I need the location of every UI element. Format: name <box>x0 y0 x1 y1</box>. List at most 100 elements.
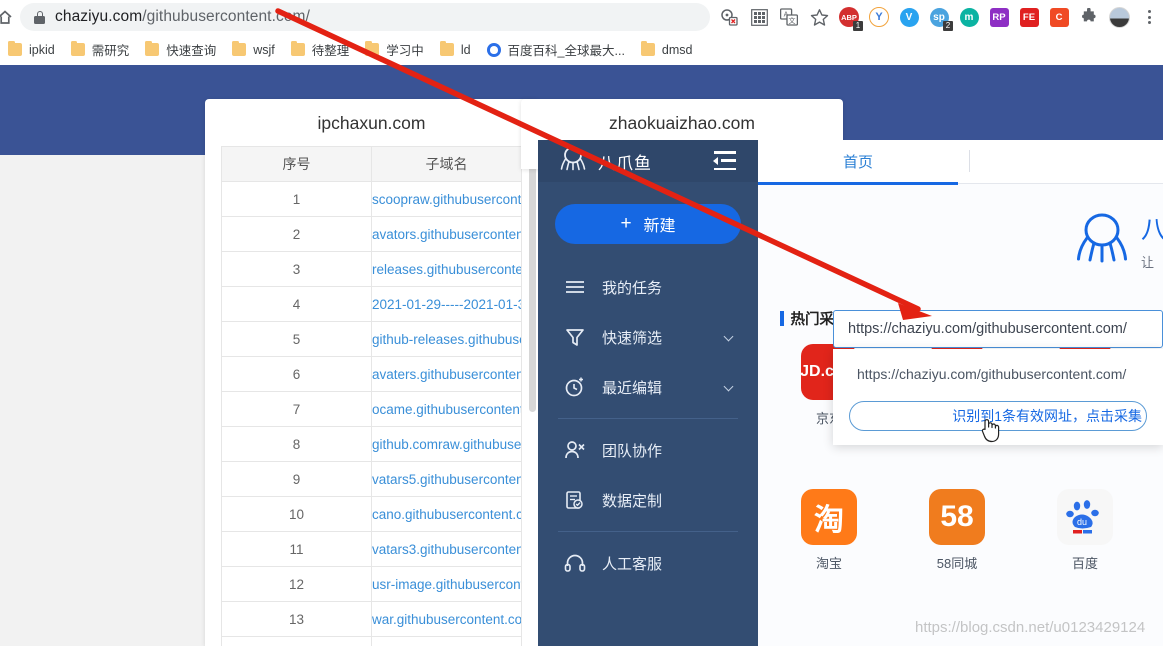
row-domain-link[interactable]: vatars5.githubusercontent.com <box>371 461 522 497</box>
row-domain-link[interactable]: cano.githubusercontent.com <box>371 496 522 532</box>
hand-pointer-cursor <box>981 417 1000 443</box>
row-domain-link[interactable]: avators.githubusercontent.com <box>371 216 522 252</box>
folder-icon <box>439 40 454 56</box>
bookmark-item[interactable]: 待整理 <box>283 38 358 62</box>
chevron-down-icon[interactable] <box>723 331 734 342</box>
kebab-menu-icon[interactable] <box>1134 3 1163 31</box>
cookie-manager-icon[interactable] <box>714 3 744 31</box>
bookmark-label: ipkid <box>29 42 55 57</box>
sidebar-item-1[interactable]: 快速筛选 <box>538 312 758 362</box>
site-name: 淘宝 <box>815 556 842 571</box>
bookmark-item[interactable]: ipkid <box>0 38 63 62</box>
toolbar-extension-icons: A 文 ABP 1 Y Vsp 2 m RP FE C <box>714 3 1134 31</box>
new-task-button[interactable]: + 新建 <box>555 204 741 244</box>
sidebar-item-2[interactable]: 最近编辑 <box>538 362 758 412</box>
octopus-hero-icon <box>1073 210 1131 268</box>
site-cell[interactable]: 58 58同城 <box>924 489 990 572</box>
app-sidebar: 八爪鱼 + 新建 我的任务 快速筛选 最近编辑 团队协作 数据定制 人工客服 <box>538 140 758 646</box>
hero-subtitle: 让 数 <box>1140 255 1163 270</box>
collapse-sidebar-icon[interactable] <box>713 151 736 170</box>
site-cell[interactable]: du 百度 <box>1052 489 1118 572</box>
fe-extension-icon[interactable]: FE <box>1014 3 1044 31</box>
subdomain-table: 序号 子域名 1scoopraw.githubusercontent.com2a… <box>221 146 522 646</box>
bookmark-item[interactable]: 快速查询 <box>137 38 224 62</box>
table-row: 13 war.githubusercontent.com <box>221 601 522 637</box>
bookmark-item[interactable]: 百度百科_全球最大... <box>479 38 633 62</box>
translate-icon[interactable]: A文 <box>774 3 804 31</box>
bookmark-item[interactable]: 需研究 <box>63 38 138 62</box>
url-suggestion-item[interactable]: https://chaziyu.com/githubusercontent.co… <box>833 363 1163 385</box>
row-domain-link[interactable]: avaters.githubusercontent.com <box>371 356 522 392</box>
profile-avatar[interactable] <box>1104 3 1134 31</box>
zhaokuaizhao-title: zhaokuaizhao.com <box>609 113 755 133</box>
adblock-plus-icon[interactable]: ABP 1 <box>834 3 864 31</box>
lock-icon <box>34 10 45 24</box>
row-domain-link[interactable]: github.comraw.githubuserconten... <box>371 426 522 462</box>
bookmark-label: ld <box>460 42 471 57</box>
row-domain-link[interactable]: releases.githubusercontent.com <box>371 251 522 287</box>
headset-icon <box>564 552 586 574</box>
row-index: 9 <box>221 461 372 497</box>
bookmark-label: 需研究 <box>91 44 130 58</box>
bookmark-star-icon[interactable] <box>804 3 834 31</box>
sidebar-item-5[interactable]: 人工客服 <box>538 538 758 588</box>
bookmark-item[interactable]: ld <box>432 38 479 62</box>
address-bar-text: chaziyu.com/githubusercontent.com/ <box>55 8 310 26</box>
row-index: 3 <box>221 251 372 287</box>
address-bar[interactable]: chaziyu.com/githubusercontent.com/ <box>20 3 710 31</box>
svg-text:du: du <box>1077 517 1087 527</box>
folder-icon <box>8 40 22 56</box>
svg-text:文: 文 <box>789 16 796 25</box>
sidebar-item-3[interactable]: 团队协作 <box>538 425 758 475</box>
folder-icon <box>290 40 305 56</box>
table-header-row: 序号 子域名 <box>221 146 522 182</box>
bookmark-item[interactable]: dmsd <box>633 38 701 62</box>
address-path: /githubusercontent.com/ <box>142 8 310 25</box>
extension-badge: 1 <box>853 21 863 31</box>
extension-badge: 2 <box>943 21 953 31</box>
tab-divider <box>969 150 970 172</box>
bookmark-item[interactable]: wsjf <box>224 38 283 62</box>
grid-apps-icon[interactable] <box>744 3 774 31</box>
sidebar-item-label: 我的任务 <box>602 279 663 297</box>
panel-scrollbar[interactable] <box>529 157 536 412</box>
chevron-down-icon[interactable] <box>723 381 734 392</box>
bookmark-label: wsjf <box>253 42 275 57</box>
sidebar-item-0[interactable]: 我的任务 <box>538 262 758 312</box>
row-domain-link[interactable]: war.githubusercontent.com <box>371 601 522 637</box>
site-cell[interactable]: 淘淘宝 <box>796 489 862 572</box>
url-input[interactable]: https://chaziyu.com/githubusercontent.co… <box>833 310 1163 348</box>
section-accent-bar <box>780 310 784 326</box>
hero-text-group: 八爪 让 数 <box>1141 210 1163 271</box>
octopus-logo-icon <box>558 146 588 177</box>
bookmark-item[interactable]: 学习中 <box>357 38 432 62</box>
row-domain-link[interactable]: avators6.githubusercontent.com <box>371 636 522 646</box>
table-row: 1scoopraw.githubusercontent.com <box>221 181 522 217</box>
browser-toolbar: chaziyu.com/githubusercontent.com/ A 文 ABP… <box>0 0 1163 34</box>
row-domain-link[interactable]: vatars3.githubusercontent.com <box>371 531 522 567</box>
table-row: 3releases.githubusercontent.com <box>221 251 522 287</box>
c-extension-icon[interactable]: C <box>1044 3 1074 31</box>
table-row: 11vatars3.githubusercontent.com <box>221 531 522 567</box>
v-extension-icon[interactable]: V <box>894 3 924 31</box>
tab-home[interactable]: 首页 <box>757 140 959 185</box>
rp-extension-icon[interactable]: RP <box>984 3 1014 31</box>
row-domain-link[interactable]: usr-image.githubusercontent.com <box>371 566 522 602</box>
row-domain-link[interactable]: ocame.githubusercontent.com <box>371 391 522 427</box>
folder-icon <box>640 40 655 56</box>
wuba58-icon: 58 <box>929 489 985 545</box>
sidebar-item-4[interactable]: 数据定制 <box>538 475 758 525</box>
filter-icon <box>564 326 586 348</box>
sp-extension-icon[interactable]: sp 2 <box>924 3 954 31</box>
yandex-icon[interactable]: Y <box>864 3 894 31</box>
row-domain-link[interactable]: github-releases.githubuserconte... <box>371 321 522 357</box>
row-domain-link[interactable]: 2021-01-29-----2021-01-31githu... <box>371 286 522 322</box>
row-index: 5 <box>221 321 372 357</box>
browser-chrome: chaziyu.com/githubusercontent.com/ A 文 ABP… <box>0 0 1163 65</box>
table-row: 5github-releases.githubuserconte... <box>221 321 522 357</box>
m-extension-icon[interactable]: m <box>954 3 984 31</box>
puzzle-extensions-icon[interactable] <box>1074 3 1104 31</box>
baidu-icon <box>486 42 501 57</box>
row-domain-link[interactable]: scoopraw.githubusercontent.com <box>371 181 522 217</box>
home-icon[interactable] <box>0 6 16 28</box>
